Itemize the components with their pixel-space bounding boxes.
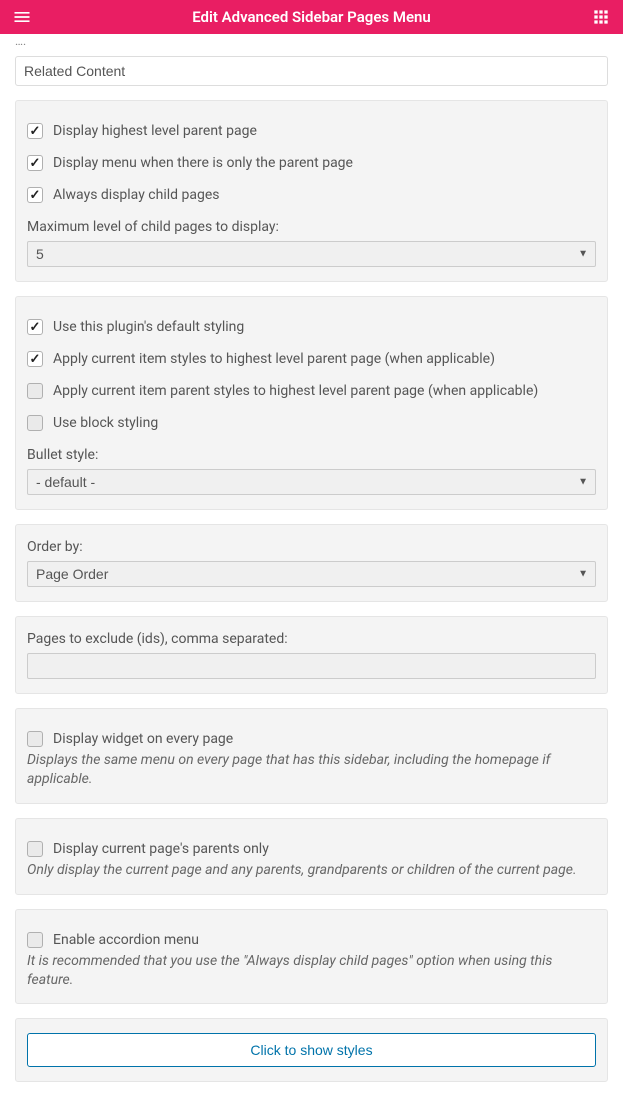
max-level-select[interactable]: 5 bbox=[27, 241, 596, 267]
order-by-label: Order by: bbox=[27, 539, 596, 555]
title-label-truncated: …. bbox=[15, 34, 608, 48]
label-accordion: Enable accordion menu bbox=[53, 932, 199, 948]
checkbox-every-page[interactable] bbox=[27, 731, 43, 747]
menu-icon[interactable] bbox=[12, 7, 32, 27]
styling-panel: Use this plugin's default styling Apply … bbox=[15, 296, 608, 510]
label-parents-only: Display current page's parents only bbox=[53, 841, 269, 857]
desc-parents-only: Only display the current page and any pa… bbox=[27, 861, 596, 880]
label-current-item-parent-styles: Apply current item parent styles to high… bbox=[53, 383, 538, 399]
checkbox-accordion[interactable] bbox=[27, 932, 43, 948]
checkbox-default-styling[interactable] bbox=[27, 319, 43, 335]
label-display-highest-parent: Display highest level parent page bbox=[53, 123, 257, 139]
every-page-panel: Display widget on every page Displays th… bbox=[15, 708, 608, 804]
checkbox-parents-only[interactable] bbox=[27, 841, 43, 857]
label-block-styling: Use block styling bbox=[53, 415, 158, 431]
label-always-display-children: Always display child pages bbox=[53, 187, 220, 203]
apps-icon[interactable] bbox=[591, 7, 611, 27]
accordion-panel: Enable accordion menu It is recommended … bbox=[15, 909, 608, 1005]
widget-title-input[interactable] bbox=[15, 56, 608, 86]
order-panel: Order by: Page Order bbox=[15, 524, 608, 602]
bullet-style-select[interactable]: - default - bbox=[27, 469, 596, 495]
checkbox-current-item-styles[interactable] bbox=[27, 351, 43, 367]
label-default-styling: Use this plugin's default styling bbox=[53, 319, 244, 335]
bullet-style-label: Bullet style: bbox=[27, 447, 596, 463]
checkbox-current-item-parent-styles[interactable] bbox=[27, 383, 43, 399]
label-current-item-styles: Apply current item styles to highest lev… bbox=[53, 351, 495, 367]
desc-every-page: Displays the same menu on every page tha… bbox=[27, 751, 596, 789]
exclude-input[interactable] bbox=[27, 653, 596, 679]
parents-only-panel: Display current page's parents only Only… bbox=[15, 818, 608, 895]
checkbox-always-display-children[interactable] bbox=[27, 187, 43, 203]
order-by-select[interactable]: Page Order bbox=[27, 561, 596, 587]
header-title: Edit Advanced Sidebar Pages Menu bbox=[32, 8, 591, 26]
display-options-panel: Display highest level parent page Displa… bbox=[15, 100, 608, 282]
show-styles-button[interactable]: Click to show styles bbox=[27, 1033, 596, 1067]
label-display-when-only-parent: Display menu when there is only the pare… bbox=[53, 155, 353, 171]
desc-accordion: It is recommended that you use the "Alwa… bbox=[27, 952, 596, 990]
exclude-label: Pages to exclude (ids), comma separated: bbox=[27, 631, 596, 647]
checkbox-block-styling[interactable] bbox=[27, 415, 43, 431]
styles-panel: Click to show styles bbox=[15, 1018, 608, 1082]
label-every-page: Display widget on every page bbox=[53, 731, 233, 747]
app-header: Edit Advanced Sidebar Pages Menu bbox=[0, 0, 623, 34]
max-level-label: Maximum level of child pages to display: bbox=[27, 219, 596, 235]
checkbox-display-when-only-parent[interactable] bbox=[27, 155, 43, 171]
exclude-panel: Pages to exclude (ids), comma separated: bbox=[15, 616, 608, 694]
checkbox-display-highest-parent[interactable] bbox=[27, 123, 43, 139]
